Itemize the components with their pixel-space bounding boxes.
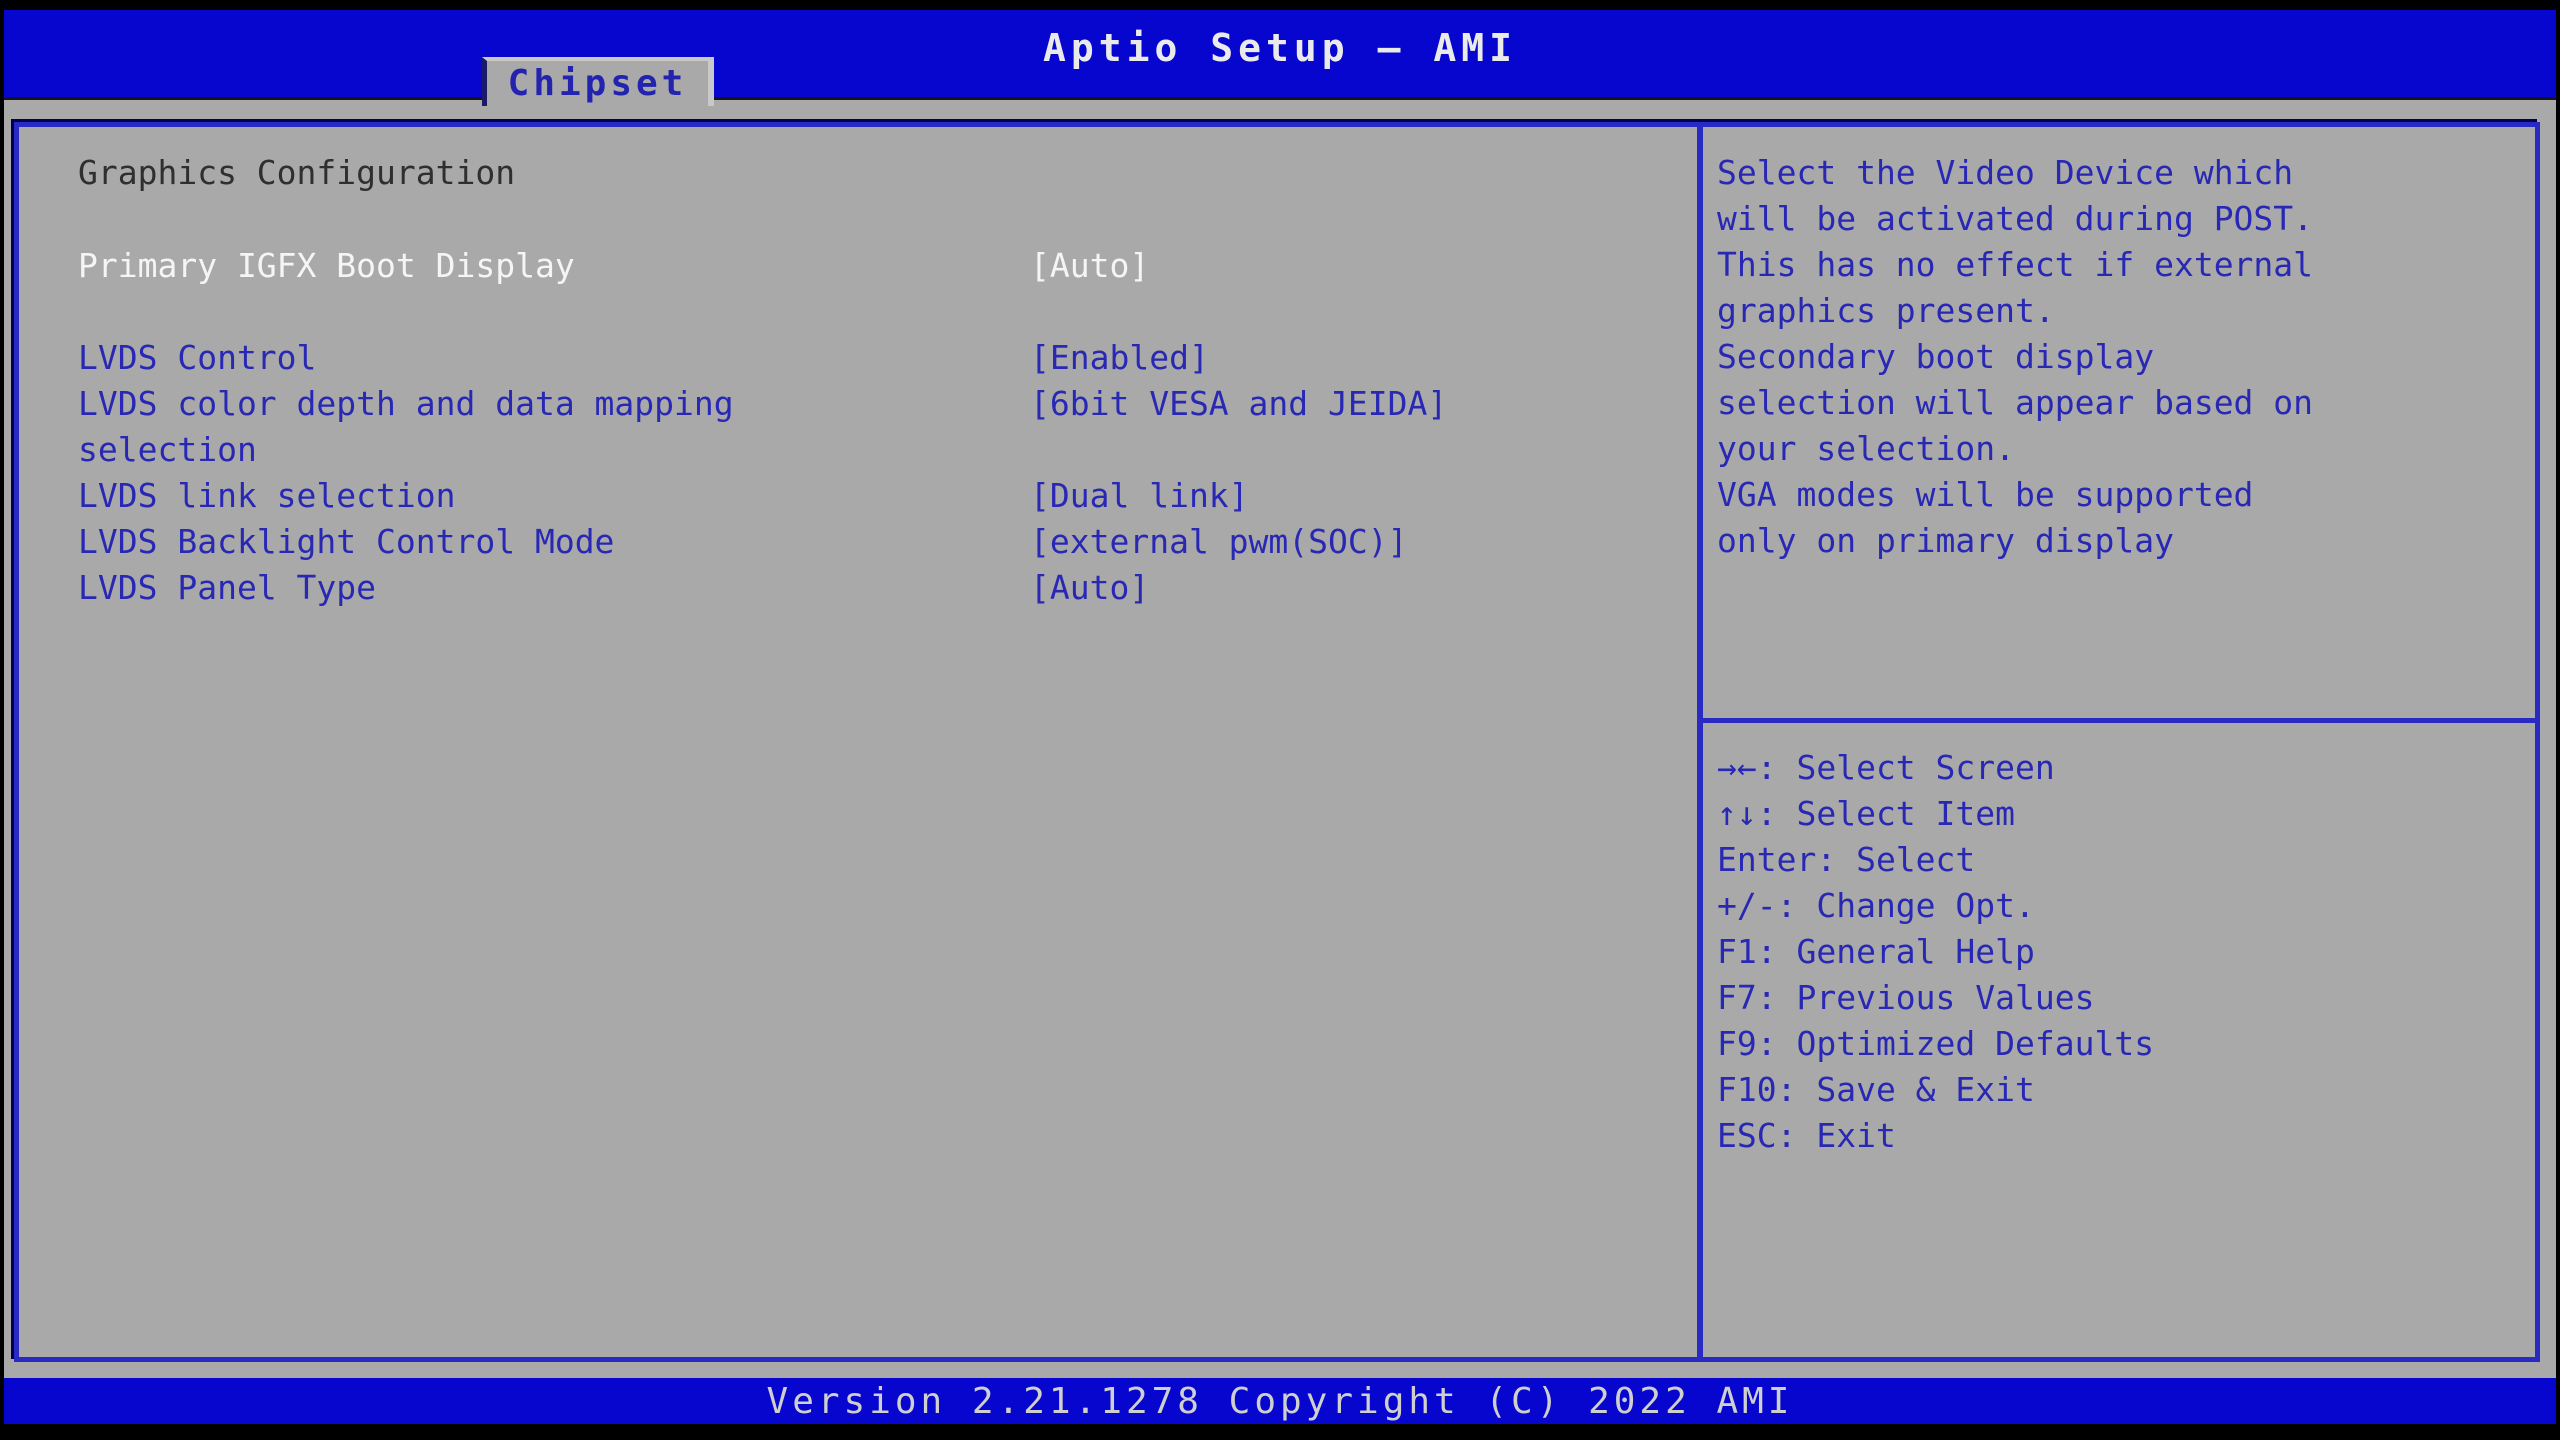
- tab-chipset-label: Chipset: [508, 63, 688, 104]
- hotkey-f9-optimized-defaults: F9: Optimized Defaults: [1717, 1021, 2525, 1067]
- menu-rows: Primary IGFX Boot Display [Auto] LVDS Co…: [78, 243, 1677, 611]
- hotkey-legend: →←: Select Screen ↑↓: Select Item Enter:…: [1717, 745, 2525, 1159]
- menu-item-value: [Enabled]: [1030, 335, 1677, 381]
- menu-item-label: Primary IGFX Boot Display: [78, 243, 778, 289]
- menu-item-label: LVDS link selection: [78, 473, 778, 519]
- version-bar: Version 2.21.1278 Copyright (C) 2022 AMI: [4, 1378, 2556, 1424]
- menu-item-lvds-link-selection[interactable]: LVDS link selection [Dual link]: [78, 473, 1677, 519]
- hotkey-f10-save-exit: F10: Save & Exit: [1717, 1067, 2525, 1113]
- help-description: Select the Video Device which will be ac…: [1717, 150, 2525, 564]
- hotkey-enter-select: Enter: Select: [1717, 837, 2525, 883]
- tab-chipset[interactable]: Chipset: [482, 57, 714, 106]
- menu-item-value: [Dual link]: [1030, 473, 1677, 519]
- hotkey-f7-previous-values: F7: Previous Values: [1717, 975, 2525, 1021]
- hotkey-change-opt: +/-: Change Opt.: [1717, 883, 2525, 929]
- menu-item-lvds-control[interactable]: LVDS Control [Enabled]: [78, 335, 1677, 381]
- menu-item-lvds-color-depth[interactable]: LVDS color depth and data mapping select…: [78, 381, 1677, 473]
- menu-item-value: [Auto]: [1030, 243, 1677, 289]
- legend-divider: [1703, 718, 2535, 723]
- help-panel: Select the Video Device which will be ac…: [1697, 127, 2535, 1357]
- main-box: Graphics Configuration Primary IGFX Boot…: [14, 122, 2540, 1362]
- menu-item-value: [external pwm(SOC)]: [1030, 519, 1677, 565]
- version-text: Version 2.21.1278 Copyright (C) 2022 AMI: [767, 1381, 1794, 1422]
- menu-item-primary-igfx-boot-display[interactable]: Primary IGFX Boot Display [Auto]: [78, 243, 1677, 289]
- hotkey-select-screen: →←: Select Screen: [1717, 745, 2525, 791]
- menu-item-label: LVDS Panel Type: [78, 565, 778, 611]
- section-heading: Graphics Configuration: [78, 150, 1677, 196]
- title-bar: Aptio Setup – AMI: [4, 10, 2556, 100]
- menu-item-label: LVDS Control: [78, 335, 778, 381]
- menu-item-value: [6bit VESA and JEIDA]: [1030, 381, 1677, 473]
- hotkey-esc-exit: ESC: Exit: [1717, 1113, 2525, 1159]
- bios-screen: Aptio Setup – AMI Chipset Graphics Confi…: [4, 10, 2556, 1424]
- menu-item-value: [Auto]: [1030, 565, 1677, 611]
- menu-item-lvds-backlight-control-mode[interactable]: LVDS Backlight Control Mode [external pw…: [78, 519, 1677, 565]
- hotkey-f1-general-help: F1: General Help: [1717, 929, 2525, 975]
- setup-title: Aptio Setup – AMI: [1043, 26, 1517, 70]
- options-panel: Graphics Configuration Primary IGFX Boot…: [19, 127, 1697, 1357]
- menu-item-lvds-panel-type[interactable]: LVDS Panel Type [Auto]: [78, 565, 1677, 611]
- menu-item-label: LVDS Backlight Control Mode: [78, 519, 778, 565]
- hotkey-select-item: ↑↓: Select Item: [1717, 791, 2525, 837]
- menu-item-label: LVDS color depth and data mapping select…: [78, 381, 778, 473]
